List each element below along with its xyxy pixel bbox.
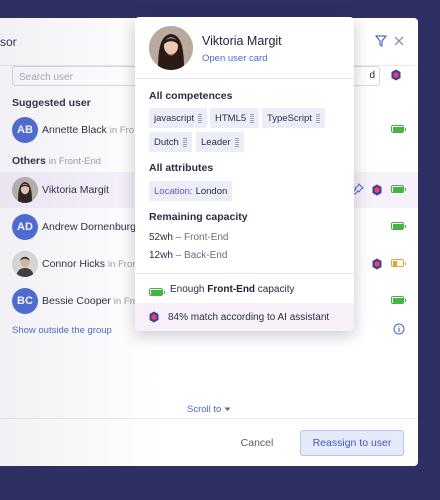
enough-capacity-text: Enough Front-End capacity [170,284,295,295]
level-icon [234,137,239,147]
competence-chip: Leader [196,132,244,152]
modal-title: sor [0,35,17,49]
competence-chip: Dutch [149,132,192,152]
competences-heading: All competences [149,90,233,102]
suggested-user-heading: Suggested user [12,97,91,109]
search-tail-text: d [369,70,375,81]
ai-assistant-icon [149,311,159,323]
popover-user-name: Viktoria Margit [202,34,282,48]
battery-icon [149,288,165,296]
show-outside-group-link[interactable]: Show outside the group [12,325,112,336]
cancel-button[interactable]: Cancel [226,430,288,456]
user-name: Annette Black in Fro [42,124,135,136]
capacity-front-end: 52wh – Front-End [149,232,229,243]
ai-assistant-icon [372,258,382,270]
footer-divider [0,418,418,419]
remaining-capacity-heading: Remaining capacity [149,211,248,223]
user-name: Andrew Dornenburg [42,221,136,233]
level-icon [315,113,320,123]
open-user-card-link[interactable]: Open user card [202,53,267,64]
reassign-to-user-button[interactable]: Reassign to user [300,430,404,456]
avatar: AD [12,214,38,240]
filter-icon[interactable] [374,34,388,48]
battery-icon [391,185,406,193]
avatar [12,251,38,277]
level-icon [250,113,255,123]
avatar [12,177,38,203]
level-icon [198,113,203,123]
attribute-chip: Location: London [149,181,233,201]
scroll-to-link[interactable]: Scroll to [187,404,231,415]
ai-match-text: 84% match according to AI assistant [168,312,330,323]
attributes-heading: All attributes [149,162,214,174]
info-icon[interactable] [393,323,405,335]
user-name: Connor Hicks in Fron [42,258,138,270]
capacity-back-end: 12wh – Back-End [149,250,228,261]
ai-assistant-icon[interactable] [391,69,401,81]
divider [135,78,354,79]
battery-icon [391,222,406,230]
ai-match-banner: 84% match according to AI assistant [135,303,354,331]
user-popover: Viktoria Margit Open user card All compe… [135,17,354,331]
battery-icon [391,259,406,267]
caret-down-icon [224,407,231,411]
battery-icon [391,125,406,133]
avatar: AB [12,117,38,143]
battery-icon [391,296,406,304]
competence-chip: javascript [149,108,208,128]
avatar: BC [12,288,38,314]
avatar [149,26,193,70]
user-name: Viktoria Margit [42,184,109,196]
others-heading: Others in Front-End [12,155,102,167]
ai-assistant-icon [372,184,382,196]
level-icon [182,137,187,147]
divider [135,273,354,274]
close-icon[interactable] [392,34,406,48]
competence-chip: TypeScript [262,108,325,128]
competence-chip: HTML5 [210,108,260,128]
user-name: Bessie Cooper in Fro [42,295,139,307]
